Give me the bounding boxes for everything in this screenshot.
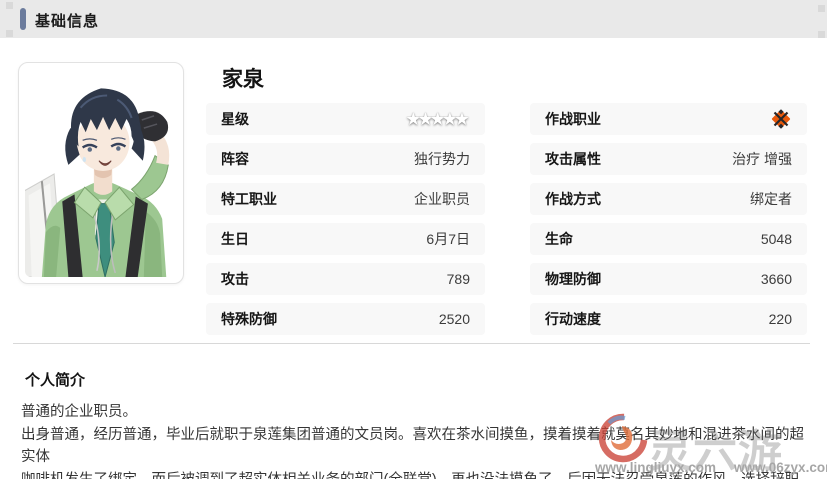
stat-value: 789	[447, 271, 470, 287]
stat-row: 作战方式 绑定者	[530, 183, 807, 215]
stats-col-right: 作战职业 攻击属性 治疗 增强 作战方式 绑定者 生命 5048 物理防御 36…	[530, 103, 807, 335]
stat-row: 星级 ★★★★★	[206, 103, 485, 135]
watermark-tile-marker	[6, 30, 13, 37]
profile-line: 咖啡机发生了绑定，而后被调到了超实体相关业务的部门(全联堂)。再也没法摸鱼了。后…	[21, 469, 815, 479]
stat-label: 阵容	[221, 149, 249, 169]
stat-row: 攻击 789	[206, 263, 485, 295]
character-portrait	[25, 69, 177, 277]
stat-label: 生命	[545, 229, 573, 249]
stat-label: 生日	[221, 229, 249, 249]
watermark-tile-marker	[818, 5, 825, 12]
stat-row: 阵容 独行势力	[206, 143, 485, 175]
stat-label: 作战职业	[545, 109, 601, 129]
profile-line: 普通的企业职员。	[21, 401, 815, 424]
stat-value: 企业职员	[414, 189, 470, 209]
stat-row: 行动速度 220	[530, 303, 807, 335]
stat-value: 2520	[439, 311, 470, 327]
profile-line: 出身普通，经历普通，毕业后就职于泉莲集团普通的文员岗。喜欢在茶水间摸鱼，摸着摸着…	[21, 424, 815, 469]
stat-label: 物理防御	[545, 269, 601, 289]
stat-label: 攻击属性	[545, 149, 601, 169]
stat-value: 绑定者	[750, 189, 792, 209]
page-title: 基础信息	[35, 10, 99, 31]
section-divider	[13, 343, 810, 344]
stat-label: 行动速度	[545, 309, 601, 329]
section-header: 基础信息	[0, 0, 827, 38]
stat-row: 作战职业	[530, 103, 807, 135]
stat-label: 作战方式	[545, 189, 601, 209]
stat-label: 特殊防御	[221, 309, 277, 329]
stat-label: 特工职业	[221, 189, 277, 209]
header-accent-bar	[20, 8, 26, 30]
stats-col-left: 星级 ★★★★★ 阵容 独行势力 特工职业 企业职员 生日 6月7日 攻击 78…	[206, 103, 485, 335]
profile-paragraph: 普通的企业职员。 出身普通，经历普通，毕业后就职于泉莲集团普通的文员岗。喜欢在茶…	[21, 401, 815, 479]
stat-row: 特工职业 企业职员	[206, 183, 485, 215]
star-icon: ★	[454, 109, 470, 130]
stat-row: 攻击属性 治疗 增强	[530, 143, 807, 175]
stat-value: 6月7日	[426, 229, 470, 249]
stat-value: 独行势力	[414, 149, 470, 169]
page-root: 基础信息	[0, 0, 827, 479]
stat-row: 生命 5048	[530, 223, 807, 255]
watermark-tile-marker	[6, 2, 13, 9]
stat-row: 特殊防御 2520	[206, 303, 485, 335]
profile-heading: 个人简介	[25, 369, 85, 390]
stat-value: 220	[769, 311, 792, 327]
stat-row: 生日 6月7日	[206, 223, 485, 255]
watermark-tile-marker	[818, 31, 825, 38]
stat-value	[770, 108, 792, 130]
stat-label: 星级	[221, 109, 249, 129]
star-rating: ★★★★★	[409, 109, 470, 130]
stat-row: 物理防御 3660	[530, 263, 807, 295]
support-class-icon	[770, 108, 792, 130]
portrait-card	[18, 62, 184, 284]
stat-value: 治疗 增强	[732, 149, 792, 169]
character-name: 家泉	[222, 63, 264, 93]
stat-label: 攻击	[221, 269, 249, 289]
stat-value: 5048	[761, 231, 792, 247]
stat-value: 3660	[761, 271, 792, 287]
